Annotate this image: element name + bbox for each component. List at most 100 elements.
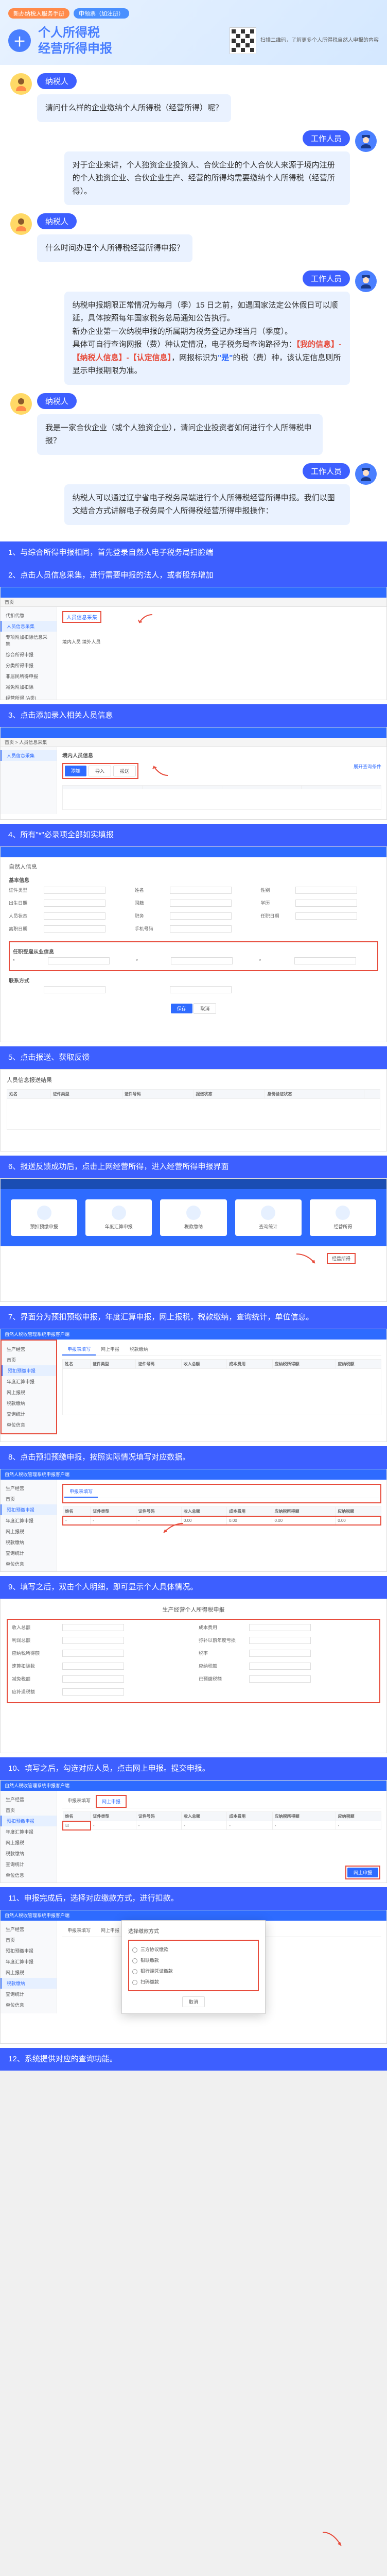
col-header: 应纳税额	[336, 1811, 381, 1821]
link-personnel-collect[interactable]: 人员信息采集	[62, 611, 101, 623]
form-input[interactable]	[44, 887, 105, 894]
sidebar-item[interactable]: 预扣预缴申报	[1, 1945, 57, 1956]
cancel-button[interactable]: 取消	[194, 1003, 216, 1014]
sidebar-item[interactable]: 人员信息采集	[1, 750, 57, 761]
sidebar-item[interactable]: 税款缴纳	[1, 1978, 57, 1989]
sidebar-item[interactable]: 人员信息采集	[1, 621, 57, 632]
col-header: 收入总额	[181, 1506, 226, 1516]
form-input[interactable]	[249, 1650, 311, 1657]
qr-code[interactable]	[230, 27, 256, 54]
cancel-button[interactable]: 取消	[182, 1996, 205, 2007]
sidebar-item[interactable]: 查询统计	[1, 1859, 57, 1870]
form-input[interactable]	[249, 1624, 311, 1631]
form-input[interactable]	[62, 1663, 124, 1670]
form-input[interactable]	[170, 912, 232, 920]
form-input[interactable]	[295, 900, 357, 907]
form-input[interactable]	[249, 1663, 311, 1670]
form-input[interactable]	[170, 925, 232, 933]
sidebar-item[interactable]: 生产经营	[2, 1344, 56, 1354]
sidebar-item[interactable]: 查询统计	[1, 1989, 57, 1999]
form-input[interactable]	[170, 900, 232, 907]
sidebar-item[interactable]: 年度汇算申报	[2, 1376, 56, 1387]
sidebar-item[interactable]: 单位信息	[1, 1870, 57, 1880]
tab-item[interactable]: 申报表填写	[62, 1925, 96, 1937]
sidebar-item[interactable]: 分类所得申报	[1, 660, 57, 671]
sidebar-item[interactable]: 查询统计	[1, 1548, 57, 1558]
sidebar-item[interactable]: 网上报税	[1, 1837, 57, 1848]
form-input[interactable]	[295, 887, 357, 894]
form-input[interactable]	[62, 1675, 124, 1683]
add-button[interactable]: 添加	[65, 766, 86, 776]
sidebar-item[interactable]: 年度汇算申报	[1, 1826, 57, 1837]
form-input[interactable]	[48, 957, 110, 964]
sidebar-item[interactable]: 单位信息	[1, 1999, 57, 2010]
form-input[interactable]	[44, 912, 105, 920]
tab-item[interactable]: 申报表填写	[64, 1486, 98, 1498]
shot-nav-home[interactable]: 首页	[5, 599, 14, 605]
sidebar-item[interactable]: 税款缴纳	[1, 1848, 57, 1859]
link-business-income[interactable]: 经营所得	[327, 1253, 356, 1264]
tab-item[interactable]: 申报表填写	[62, 1795, 96, 1808]
nav-card[interactable]: 查询统计	[235, 1199, 302, 1236]
sidebar-item[interactable]: 预扣预缴申报	[2, 1365, 56, 1376]
nav-card[interactable]: 税款缴纳	[160, 1199, 226, 1236]
tab-item[interactable]: 网上申报	[96, 1795, 127, 1808]
col-header: 应纳税所得额	[272, 1506, 336, 1516]
sidebar-item[interactable]: 网上报税	[2, 1387, 56, 1398]
payment-option[interactable]: 扫码缴款	[132, 1976, 255, 1987]
sidebar-item[interactable]: 经营所得 (A类)	[1, 692, 57, 700]
tab-item[interactable]: 网上申报	[96, 1925, 125, 1937]
payment-option[interactable]: 银联缴款	[132, 1955, 255, 1965]
form-input[interactable]	[62, 1650, 124, 1657]
sidebar-item[interactable]: 单位信息	[1, 1558, 57, 1569]
nav-card[interactable]: 经营所得	[310, 1199, 376, 1236]
sidebar-item[interactable]: 减免附加扣除	[1, 682, 57, 692]
sidebar-item[interactable]: 年度汇算申报	[1, 1956, 57, 1967]
tab-item[interactable]: 网上申报	[96, 1344, 125, 1355]
save-button[interactable]: 保存	[171, 1004, 192, 1013]
sidebar-item[interactable]: 生产经营	[1, 1483, 57, 1494]
sidebar-item[interactable]: 年度汇算申报	[1, 1515, 57, 1526]
form-input[interactable]	[295, 912, 357, 920]
sidebar-item[interactable]: 税款缴纳	[2, 1398, 56, 1409]
sidebar-item[interactable]: 首页	[1, 1935, 57, 1945]
form-input[interactable]	[249, 1675, 311, 1683]
form-input[interactable]	[62, 1688, 124, 1696]
sidebar-item[interactable]: 查询统计	[2, 1409, 56, 1419]
form-input[interactable]	[44, 900, 105, 907]
form-input[interactable]	[294, 957, 356, 964]
send-button[interactable]: 报送	[113, 766, 136, 776]
form-input[interactable]	[62, 1637, 124, 1644]
form-input[interactable]	[171, 957, 233, 964]
sidebar-item[interactable]: 首页	[2, 1354, 56, 1365]
nav-card[interactable]: 年度汇算申报	[85, 1199, 152, 1236]
form-input[interactable]	[62, 1624, 124, 1631]
sidebar-item[interactable]: 非居民所得申报	[1, 671, 57, 682]
form-input[interactable]	[44, 925, 105, 933]
sidebar-item[interactable]: 代扣代缴	[1, 610, 57, 621]
tab-item[interactable]: 申报表填写	[62, 1344, 96, 1355]
payment-option[interactable]: 银行端凭证缴款	[132, 1965, 255, 1976]
sidebar-item[interactable]: 税款缴纳	[1, 1537, 57, 1548]
sidebar-item[interactable]: 综合所得申报	[1, 649, 57, 660]
submit-declare-button[interactable]: 网上申报	[347, 1868, 378, 1877]
sidebar-item[interactable]: 生产经营	[1, 1794, 57, 1805]
form-input[interactable]	[170, 986, 232, 993]
sidebar-item[interactable]: 首页	[1, 1805, 57, 1816]
expand-search[interactable]: 展开查询条件	[354, 763, 381, 770]
sidebar-item[interactable]: 预扣预缴申报	[1, 1816, 57, 1826]
sidebar-item[interactable]: 首页	[1, 1494, 57, 1504]
payment-option[interactable]: 三方协议缴款	[132, 1944, 255, 1955]
form-input[interactable]	[44, 986, 105, 993]
sidebar-item[interactable]: 专项附加扣除信息采集	[1, 632, 57, 649]
form-input[interactable]	[249, 1637, 311, 1644]
sidebar-item[interactable]: 网上报税	[1, 1967, 57, 1978]
import-button[interactable]: 导入	[89, 766, 111, 776]
form-input[interactable]	[170, 887, 232, 894]
sidebar-item[interactable]: 预扣预缴申报	[1, 1504, 57, 1515]
tab-item[interactable]: 税款缴纳	[125, 1344, 153, 1355]
sidebar-item[interactable]: 网上报税	[1, 1526, 57, 1537]
sidebar-item[interactable]: 生产经营	[1, 1924, 57, 1935]
sidebar-item[interactable]: 单位信息	[2, 1419, 56, 1430]
nav-card[interactable]: 预扣预缴申报	[11, 1199, 77, 1236]
